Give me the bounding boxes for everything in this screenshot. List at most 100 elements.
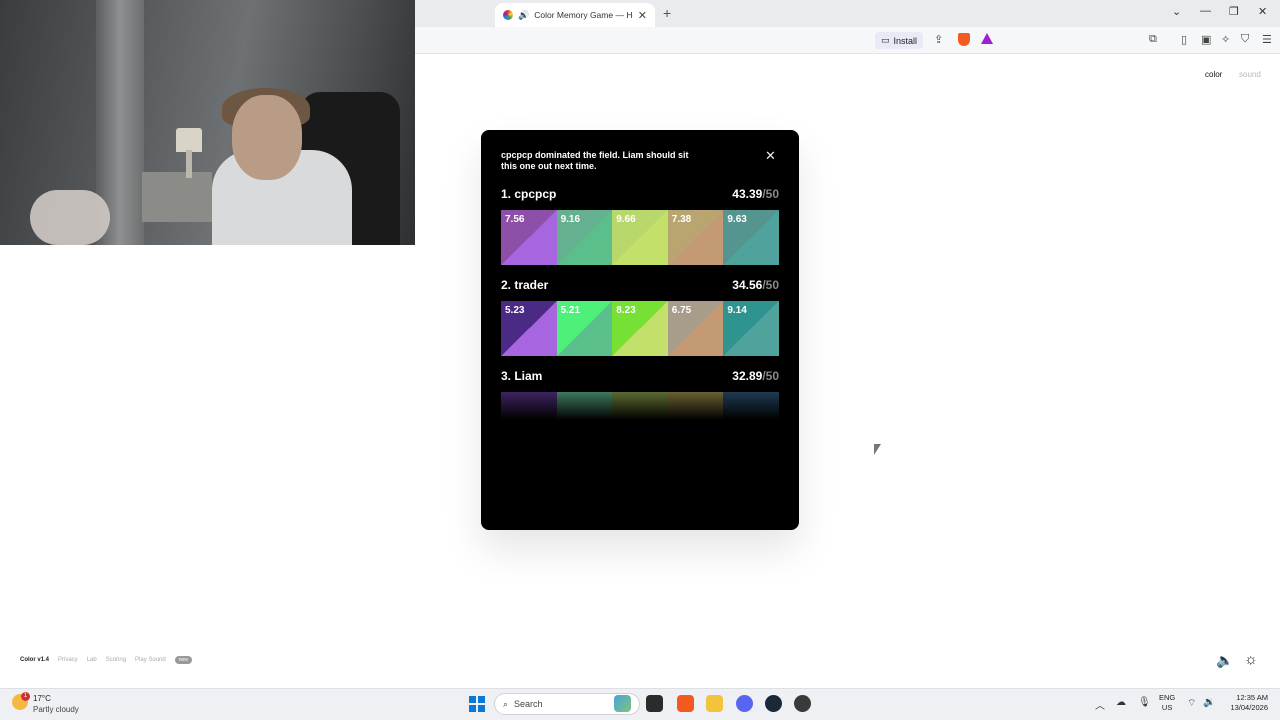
webcam-lamp-base xyxy=(186,150,192,178)
file-explorer-icon[interactable] xyxy=(706,695,723,712)
leo-ai-icon[interactable]: ✧ xyxy=(1221,33,1230,46)
tab-list-chevron-icon[interactable]: ⌄ xyxy=(1172,5,1181,18)
maximize-icon[interactable]: ❐ xyxy=(1229,5,1239,18)
tab-title: Color Memory Game — How xyxy=(534,10,633,20)
microphone-icon[interactable]: 🎙 xyxy=(1138,697,1151,708)
round-swatches: 7.56 9.16 9.66 7.38 9.63 xyxy=(501,210,779,265)
footer-link-play-sound[interactable]: Play Sound xyxy=(135,657,166,663)
player-score: 32.89/50 xyxy=(732,369,779,383)
loading-swatch xyxy=(612,392,668,420)
search-icon: ⌕ xyxy=(503,698,509,709)
score-value: 32.89 xyxy=(732,369,763,383)
tab-color-memory-game[interactable]: 🔊 Color Memory Game — How ✕ xyxy=(495,3,655,27)
footer-brand: Color v1.4 xyxy=(20,657,50,663)
round-swatch: 8.23 xyxy=(612,301,668,356)
loading-swatch xyxy=(667,392,724,420)
score-max: /50 xyxy=(762,369,779,383)
taskbar xyxy=(0,688,1280,720)
tray-chevron-up-icon[interactable]: ︿ xyxy=(1095,697,1105,712)
windows-start-icon[interactable] xyxy=(469,696,485,712)
footer-link-lab[interactable]: Lab xyxy=(87,657,97,663)
mode-sound-link[interactable]: sound xyxy=(1239,70,1261,79)
round-swatch: 6.75 xyxy=(667,301,724,356)
round-swatch: 5.21 xyxy=(556,301,613,356)
round-score: 5.21 xyxy=(560,305,581,316)
brave-shield-icon[interactable] xyxy=(958,33,970,46)
speaker-tray-icon[interactable]: 🔉 xyxy=(1203,697,1215,708)
weather-badge: 1 xyxy=(21,692,30,701)
onedrive-icon[interactable]: ☁ xyxy=(1116,697,1126,708)
theme-sun-icon[interactable]: ☼ xyxy=(1244,651,1258,668)
steam-icon[interactable] xyxy=(765,695,782,712)
share-icon[interactable]: ⇪ xyxy=(934,33,943,46)
search-placeholder: Search xyxy=(514,699,543,709)
round-score: 5.23 xyxy=(505,305,525,316)
results-message: cpcpcp dominated the field. Liam should … xyxy=(501,150,689,171)
loading-swatch xyxy=(556,392,613,420)
terminal-icon[interactable] xyxy=(646,695,663,712)
loading-swatch xyxy=(723,392,779,420)
round-score: 9.66 xyxy=(616,214,636,225)
new-tab-icon[interactable]: + xyxy=(663,5,671,21)
window-close-icon[interactable]: ✕ xyxy=(1258,5,1267,18)
footer-link-privacy[interactable]: Privacy xyxy=(58,657,78,663)
mouse-cursor xyxy=(874,444,881,455)
webcam-arm xyxy=(30,190,110,245)
vpn-icon[interactable]: ⛉ xyxy=(1241,33,1249,46)
round-swatches: 5.23 5.21 8.23 6.75 9.14 xyxy=(501,301,779,356)
round-score: 6.75 xyxy=(671,305,692,316)
clock[interactable]: 12:35 AM 13/04/2026 xyxy=(1225,693,1268,713)
lang-line2: US xyxy=(1161,703,1173,712)
menu-icon[interactable]: ☰ xyxy=(1262,33,1272,46)
player-name: 1. cpcpcp xyxy=(501,187,557,201)
footer-link-scoring[interactable]: Scoring xyxy=(106,657,126,663)
score-max: /50 xyxy=(762,278,779,292)
screenshot-icon[interactable]: ⧉ xyxy=(1149,33,1157,46)
round-swatch: 7.38 xyxy=(667,210,724,265)
round-score: 7.38 xyxy=(671,214,692,225)
minimize-icon[interactable]: — xyxy=(1200,5,1211,17)
wallet-icon[interactable]: ▣ xyxy=(1201,33,1211,46)
footer-links: Color v1.4 Privacy Lab Scoring Play Soun… xyxy=(20,656,192,664)
close-icon[interactable]: ✕ xyxy=(765,148,776,164)
sidebar-icon[interactable]: ▯ xyxy=(1181,33,1187,46)
score-value: 34.56 xyxy=(732,278,763,292)
obs-icon[interactable] xyxy=(794,695,811,712)
player-score: 34.56/50 xyxy=(732,278,779,292)
webcam-person-head xyxy=(232,95,302,180)
results-modal: cpcpcp dominated the field. Liam should … xyxy=(481,130,799,530)
player-name: 2. trader xyxy=(501,278,549,292)
widgets-icon[interactable] xyxy=(614,695,631,712)
round-swatch: 7.56 xyxy=(501,210,557,265)
tab-close-icon[interactable]: ✕ xyxy=(638,9,647,22)
speaker-icon[interactable]: 🔊 xyxy=(518,10,529,21)
brave-browser-icon[interactable] xyxy=(677,695,694,712)
player-name: 3. Liam xyxy=(501,369,543,383)
wifi-icon[interactable]: ⌔ xyxy=(1187,697,1196,710)
loading-swatches xyxy=(501,392,779,420)
round-swatch: 9.66 xyxy=(612,210,668,265)
clock-time: 12:35 AM xyxy=(1236,693,1268,702)
volume-icon[interactable]: 🔈 xyxy=(1216,652,1233,669)
brave-rewards-icon[interactable] xyxy=(981,33,993,44)
round-score: 8.23 xyxy=(616,305,636,316)
weather-desc[interactable]: Partly cloudy xyxy=(33,705,79,714)
round-swatch: 5.23 xyxy=(501,301,557,356)
weather-temp[interactable]: 17°C xyxy=(33,694,51,703)
mode-color-link[interactable]: color xyxy=(1205,70,1222,79)
clock-date: 13/04/2026 xyxy=(1230,703,1268,712)
round-score: 7.56 xyxy=(505,214,525,225)
lang-line1: ENG xyxy=(1159,693,1176,702)
round-swatch: 9.16 xyxy=(556,210,613,265)
discord-icon[interactable] xyxy=(736,695,753,712)
laptop-icon: ▭ xyxy=(881,35,890,45)
round-score: 9.14 xyxy=(727,305,747,316)
round-score: 9.16 xyxy=(560,214,581,225)
round-swatch: 9.63 xyxy=(723,210,779,265)
color-wheel-icon xyxy=(503,10,513,20)
webcam-nightstand xyxy=(142,172,212,222)
install-button[interactable]: ▭ Install xyxy=(875,32,924,49)
language-indicator[interactable]: ENG US xyxy=(1159,693,1175,713)
round-score: 9.63 xyxy=(727,214,747,225)
loading-swatch xyxy=(501,392,557,420)
